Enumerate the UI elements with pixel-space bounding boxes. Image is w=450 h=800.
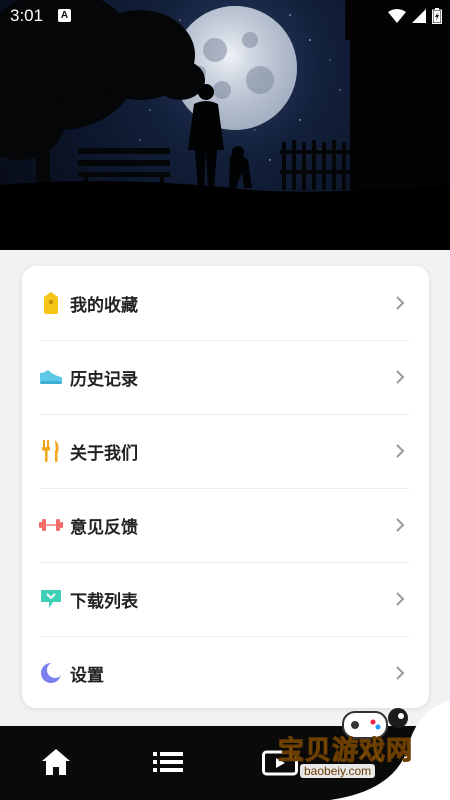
menu-item-label: 历史记录 [70,369,138,390]
notification-badge: A [58,9,71,22]
utensils-icon [39,439,63,463]
chevron-right-icon [396,592,405,606]
menu-item-about[interactable]: 关于我们 [22,414,429,488]
list-icon [153,752,183,772]
bookmark-icon [39,291,63,315]
chevron-right-icon [396,518,405,532]
wifi-icon [388,9,406,23]
night-scene-illustration [0,0,450,250]
chevron-right-icon [396,666,405,680]
status-bar: 3:01 A [0,0,450,32]
home-icon [42,749,70,775]
nav-list[interactable] [148,742,188,782]
download-tag-icon [39,587,63,611]
menu-item-feedback[interactable]: 意见反馈 [22,488,429,562]
signal-icon [412,9,426,23]
menu-item-history[interactable]: 历史记录 [22,340,429,414]
dumbbell-icon [39,513,63,537]
menu-item-favorites[interactable]: 我的收藏 [22,266,429,340]
nav-accent-shape [330,700,450,800]
menu-item-downloads[interactable]: 下载列表 [22,562,429,636]
hero-banner [0,0,450,250]
nav-home[interactable] [36,742,76,782]
chevron-right-icon [396,296,405,310]
chevron-right-icon [396,370,405,384]
menu-item-label: 设置 [70,665,104,686]
menu-item-label: 意见反馈 [70,517,138,538]
system-icons [388,8,442,24]
moon-icon [39,661,63,685]
menu-card: 我的收藏 历史记录 关于我们 意见反馈 下载列表 设置 [22,266,429,708]
chevron-right-icon [396,444,405,458]
menu-item-label: 关于我们 [70,443,138,464]
battery-icon [432,8,442,24]
sneaker-icon [39,365,63,389]
status-time: 3:01 [10,6,44,25]
menu-item-label: 我的收藏 [70,295,138,316]
menu-item-settings[interactable]: 设置 [22,636,429,710]
menu-item-label: 下载列表 [70,591,138,612]
